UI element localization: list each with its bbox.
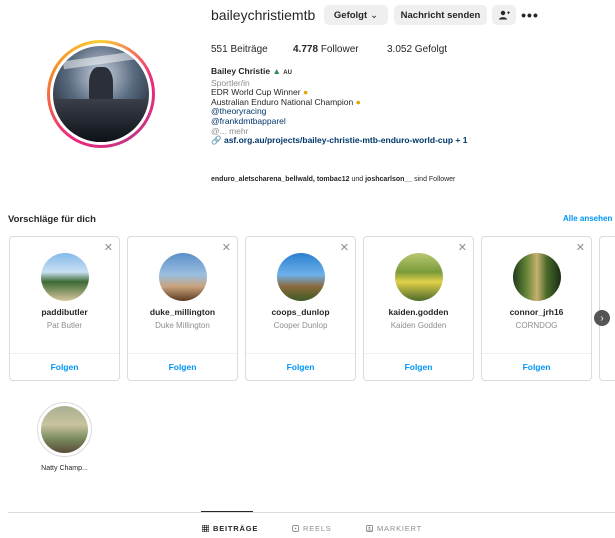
tab-posts-label: BEITRÄGE (213, 524, 259, 533)
suggestion-username[interactable]: duke_millington (128, 307, 237, 317)
suggestion-card: ✕ coops_dunlop Cooper Dunlop Folgen (245, 236, 356, 381)
tab-reels[interactable]: REELS (292, 524, 332, 533)
bio-link[interactable]: 🔗 asf.org.au/projects/bailey-christie-mt… (211, 135, 571, 146)
following-button-label: Gefolgt (333, 9, 368, 21)
close-icon[interactable]: ✕ (222, 241, 231, 254)
suggestion-avatar[interactable] (159, 253, 207, 301)
following-count[interactable]: 3.052 Gefolgt (387, 44, 447, 55)
highlight-label: Natty Champ... (41, 465, 88, 472)
close-icon[interactable]: ✕ (576, 241, 585, 254)
bio-link-text: asf.org.au/projects/bailey-christie-mtb-… (223, 135, 468, 146)
bio-flag: AU (283, 70, 292, 76)
highlight-cover (41, 406, 88, 453)
suggestion-name: Cooper Dunlop (273, 321, 328, 330)
message-button[interactable]: Nachricht senden (394, 5, 487, 25)
follow-button[interactable]: Folgen (246, 362, 355, 372)
suggestion-avatar[interactable] (395, 253, 443, 301)
followers-count[interactable]: 4.778 Follower (293, 44, 359, 55)
tab-tagged-label: MARKIERT (377, 524, 423, 533)
story-highlight[interactable] (37, 402, 92, 457)
followers-number: 4.778 (293, 44, 319, 55)
link-icon: 🔗 (211, 135, 222, 146)
close-icon[interactable]: ✕ (340, 241, 349, 254)
add-person-icon (499, 10, 510, 20)
see-all-link[interactable]: Alle ansehen (563, 214, 612, 223)
follow-button[interactable]: Folgen (10, 362, 119, 372)
profile-avatar-image (53, 46, 149, 142)
suggestion-card: ✕ connor_jrh16 CORNDOG Folgen (481, 236, 592, 381)
suggestion-username[interactable]: coops_dunlop (246, 307, 355, 317)
suggestion-avatar[interactable] (277, 253, 325, 301)
close-icon[interactable]: ✕ (104, 241, 113, 254)
tab-reels-label: REELS (303, 524, 332, 533)
suggest-people-button[interactable] (492, 5, 516, 25)
suggestion-card: ✕ kaiden.godden Kaiden Godden Folgen (363, 236, 474, 381)
tag-person-icon (366, 525, 373, 532)
profile-avatar[interactable] (47, 40, 155, 148)
suggestion-name: Pat Butler (46, 321, 83, 330)
message-button-label: Nachricht senden (400, 9, 481, 21)
chevron-right-icon[interactable]: › (594, 310, 610, 326)
posts-count: 551 Beiträge (211, 44, 268, 55)
follow-button[interactable]: Folgen (364, 362, 473, 372)
suggestion-card: ✕ paddibutler Pat Butler Folgen (9, 236, 120, 381)
bio-mention-2[interactable]: @frankdmtbapparel (211, 116, 571, 127)
suggestion-username[interactable]: paddibutler (10, 307, 119, 317)
followed-by-suffix: sind Follower (414, 176, 456, 183)
suggestion-name: CORNDOG (515, 321, 558, 330)
reels-icon (292, 525, 299, 532)
suggestion-avatar[interactable] (513, 253, 561, 301)
suggestion-card-partial (599, 236, 615, 381)
chevron-down-icon: ⌄ (370, 9, 379, 21)
rider-emoji-icon: ▲ (272, 66, 281, 76)
bio-name: Bailey Christie (211, 66, 271, 76)
bio-line-1: EDR World Cup Winner (211, 87, 301, 98)
medal-icon: ● (302, 87, 309, 98)
followed-by-conj: und (351, 176, 364, 183)
suggestion-name: Duke Millington (155, 321, 210, 330)
following-button[interactable]: Gefolgt ⌄ (324, 5, 388, 25)
followed-by-users: enduro_aletscharena_bellwald, tombac12 (211, 176, 350, 183)
followed-by-user3: joshcarlson__ (365, 176, 413, 183)
tabs-divider (8, 512, 615, 513)
suggestion-username[interactable]: connor_jrh16 (482, 307, 591, 317)
suggestion-username[interactable]: kaiden.godden (364, 307, 473, 317)
followed-by-note[interactable]: enduro_aletscharena_bellwald, tombac12 u… (211, 176, 455, 183)
active-tab-indicator (201, 511, 253, 512)
medal-icon: ● (355, 96, 361, 107)
suggestion-name: Kaiden Godden (390, 321, 447, 330)
follow-button[interactable]: Folgen (482, 362, 591, 372)
profile-username: baileychristiemtb (211, 7, 316, 23)
grid-icon (202, 525, 209, 532)
suggestions-title: Vorschläge für dich (8, 214, 96, 225)
profile-bio: Bailey Christie ▲ AU Sportler/in EDR Wor… (211, 66, 571, 146)
close-icon[interactable]: ✕ (458, 241, 467, 254)
follow-button[interactable]: Folgen (128, 362, 237, 372)
suggestion-avatar[interactable] (41, 253, 89, 301)
followers-label: Follower (320, 44, 359, 55)
bio-line-2: Australian Enduro National Champion (211, 96, 354, 107)
tab-tagged[interactable]: MARKIERT (366, 524, 422, 533)
tab-posts[interactable]: BEITRÄGE (202, 524, 258, 533)
suggestion-card: ✕ duke_millington Duke Millington Folgen (127, 236, 238, 381)
more-options-icon[interactable]: ••• (521, 5, 539, 25)
